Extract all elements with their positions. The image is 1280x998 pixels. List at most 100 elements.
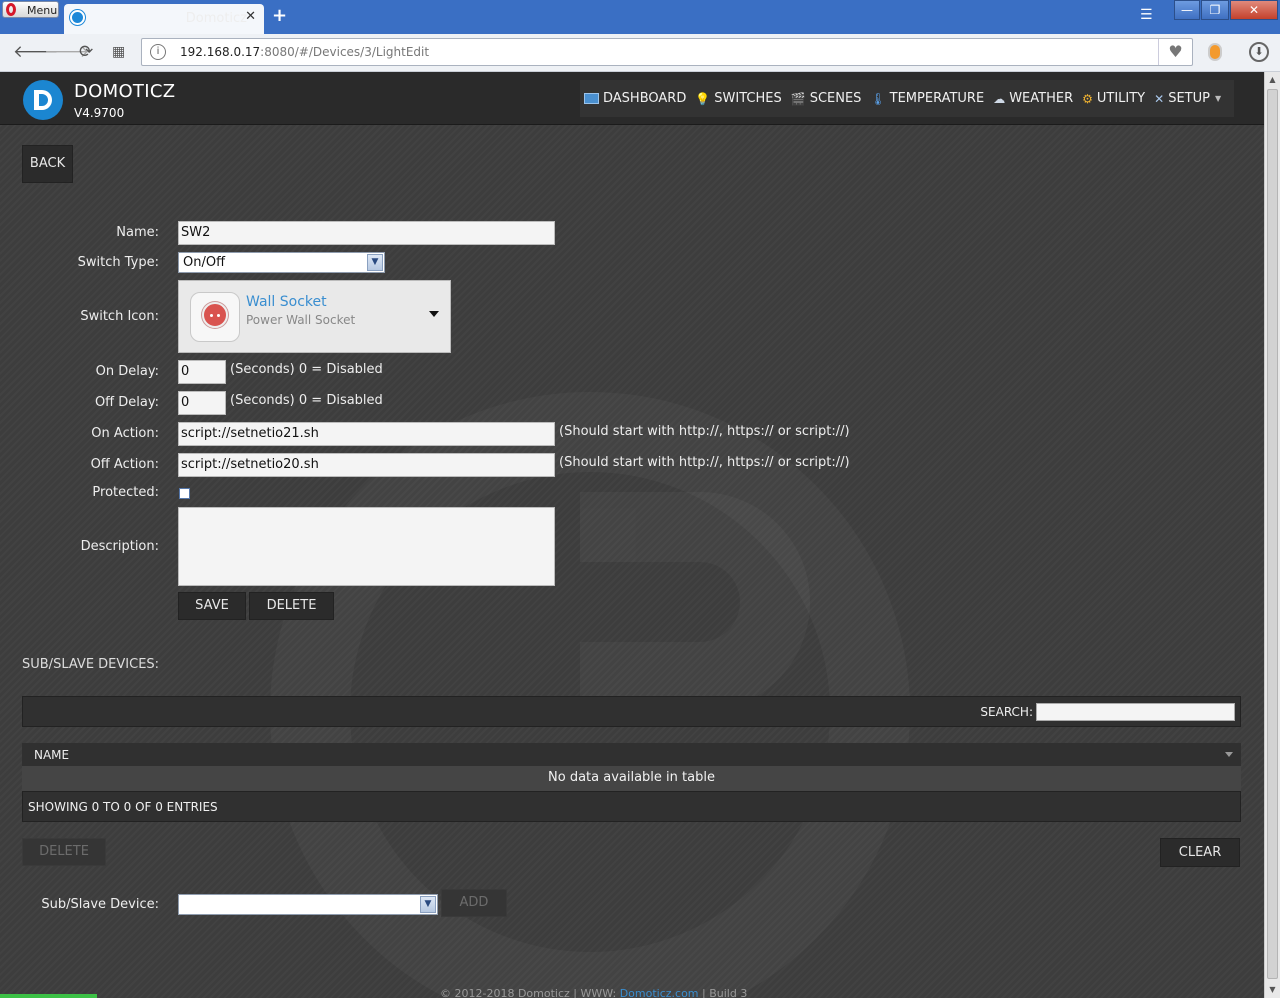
sort-icon[interactable] (1225, 752, 1233, 757)
off-action-label: Off Action: (90, 457, 159, 472)
tab-close-icon[interactable]: ✕ (245, 9, 256, 24)
icon-name: Wall Socket (246, 294, 327, 310)
name-label: Name: (116, 225, 159, 240)
browser-nav-bar: 🡐 🡒 ⟳ ▦ i 192.168.0.17:8080/#/Devices/3/… (0, 34, 1280, 72)
background-logo-watermark-inner (580, 492, 810, 712)
window-minimize-button[interactable]: — (1174, 0, 1200, 20)
opera-menu-label: Menu (27, 4, 58, 17)
icon-description: Power Wall Socket (246, 313, 356, 327)
off-delay-hint: (Seconds) 0 = Disabled (230, 393, 383, 408)
table-info-text: SHOWING 0 TO 0 OF 0 ENTRIES (28, 800, 218, 814)
subslave-section-title: SUB/SLAVE DEVICES: (22, 657, 160, 672)
thermometer-icon: 🌡 (870, 91, 886, 106)
table-toolbar: SEARCH: (22, 696, 1241, 727)
nav-setup[interactable]: ✕ SETUP ▼ (1154, 91, 1221, 106)
nav-switches-label: SWITCHES (714, 91, 782, 106)
weather-icon: ☁ (993, 91, 1006, 106)
protected-checkbox[interactable] (179, 488, 190, 499)
nav-temperature[interactable]: 🌡 TEMPERATURE (870, 91, 984, 106)
main-nav: DASHBOARD 💡 SWITCHES 🎬 SCENES 🌡 TEMPERATURE… (580, 80, 1235, 117)
on-action-hint: (Should start with http://, https:// or … (559, 424, 850, 439)
wall-socket-icon (190, 292, 240, 342)
domoticz-logo-icon[interactable] (23, 80, 63, 120)
delete-subslave-button[interactable]: DELETE (22, 838, 106, 866)
save-button[interactable]: SAVE (178, 592, 246, 620)
subslave-device-label: Sub/Slave Device: (41, 897, 159, 912)
switch-icon-label: Switch Icon: (80, 309, 159, 324)
subslave-device-select[interactable]: ▼ (178, 894, 438, 915)
brand-name: DOMOTICZ (74, 81, 176, 102)
page-load-progress (0, 994, 97, 998)
app-version: V4.9700 (74, 106, 125, 120)
speed-dial-icon[interactable]: ▦ (112, 44, 125, 60)
new-tab-button[interactable]: + (272, 5, 287, 26)
off-delay-input[interactable]: 0 (178, 391, 226, 415)
dashboard-icon (584, 93, 599, 104)
dropdown-caret-icon (429, 311, 439, 317)
url-path: :8080/#/Devices/3/LightEdit (260, 45, 430, 59)
scrollbar-thumb[interactable] (1267, 89, 1278, 979)
search-input[interactable] (1036, 703, 1235, 721)
downloads-icon[interactable]: ⬇ (1249, 42, 1269, 62)
site-info-icon[interactable]: i (150, 44, 166, 60)
description-textarea[interactable] (178, 507, 555, 586)
nav-scenes-label: SCENES (809, 91, 862, 106)
nav-scenes[interactable]: 🎬 SCENES (791, 91, 862, 106)
nav-switches[interactable]: 💡 SWITCHES (695, 91, 781, 106)
on-action-input[interactable]: script://setnetio21.sh (178, 422, 555, 446)
opera-logo-icon (6, 3, 16, 16)
switch-type-select[interactable]: On/Off ▼ (178, 252, 385, 273)
reload-icon[interactable]: ⟳ (79, 42, 93, 62)
column-name[interactable]: NAME (34, 748, 69, 762)
bookmark-heart-icon[interactable]: ♥ (1158, 39, 1192, 65)
back-button[interactable]: BACK (22, 145, 73, 183)
page-scrollbar[interactable]: ▲ ▼ (1264, 72, 1280, 998)
setup-icon: ✕ (1154, 91, 1165, 106)
switch-type-label: Switch Type: (77, 255, 159, 270)
nav-weather-label: WEATHER (1009, 91, 1074, 106)
on-delay-input[interactable]: 0 (178, 360, 226, 384)
on-delay-hint: (Seconds) 0 = Disabled (230, 362, 383, 377)
chevron-down-icon: ▼ (420, 896, 436, 913)
clear-button[interactable]: CLEAR (1160, 838, 1240, 867)
nav-utility[interactable]: ⚙ UTILITY (1082, 91, 1145, 106)
table-header[interactable]: NAME (22, 743, 1241, 766)
name-input[interactable]: SW2 (178, 221, 555, 245)
tab-title: Domoticz (185, 11, 247, 26)
opera-menu-button[interactable]: Menu (2, 1, 59, 18)
browser-tab[interactable]: Domoticz ✕ (64, 4, 264, 34)
window-maximize-button[interactable]: ❐ (1201, 0, 1229, 20)
nav-setup-label: SETUP (1168, 91, 1210, 106)
on-action-label: On Action: (91, 426, 159, 441)
on-delay-label: On Delay: (95, 364, 159, 379)
description-label: Description: (80, 539, 159, 554)
domoticz-favicon-icon (70, 10, 85, 25)
delete-device-button[interactable]: DELETE (249, 592, 334, 620)
page: DOMOTICZ V4.9700 DASHBOARD 💡 SWITCHES 🎬 SC… (0, 72, 1264, 998)
browser-tab-bar: Menu Domoticz ✕ + ☰ — ❐ ✕ (0, 0, 1280, 34)
off-action-input[interactable]: script://setnetio20.sh (178, 453, 555, 477)
search-label: SEARCH: (980, 705, 1033, 719)
add-button[interactable]: ADD (441, 889, 507, 917)
switch-icon-picker[interactable]: Wall Socket Power Wall Socket (178, 280, 451, 353)
nav-dashboard[interactable]: DASHBOARD (584, 91, 686, 106)
nav-dashboard-label: DASHBOARD (603, 91, 687, 106)
scenes-icon: 🎬 (790, 91, 806, 106)
nav-utility-label: UTILITY (1096, 91, 1146, 106)
url-text: 192.168.0.17:8080/#/Devices/3/LightEdit (180, 45, 429, 59)
footer-link[interactable]: Domoticz.com (620, 987, 699, 998)
scroll-up-icon[interactable]: ▲ (1265, 72, 1280, 88)
address-bar[interactable]: i 192.168.0.17:8080/#/Devices/3/LightEdi… (141, 38, 1193, 66)
tab-menu-icon[interactable]: ☰ (1140, 7, 1153, 23)
setup-caret-icon: ▼ (1214, 94, 1222, 103)
chevron-down-icon: ▼ (367, 254, 383, 271)
protected-label: Protected: (92, 485, 159, 500)
off-delay-label: Off Delay: (94, 395, 159, 410)
off-action-hint: (Should start with http://, https:// or … (559, 455, 850, 470)
scroll-down-icon[interactable]: ▼ (1265, 982, 1280, 998)
app-header: DOMOTICZ V4.9700 DASHBOARD 💡 SWITCHES 🎬 SC… (0, 72, 1264, 125)
window-close-button[interactable]: ✕ (1230, 0, 1278, 20)
extension-icon[interactable] (1208, 43, 1222, 61)
utility-icon: ⚙ (1082, 91, 1093, 106)
nav-weather[interactable]: ☁ WEATHER (993, 91, 1073, 106)
